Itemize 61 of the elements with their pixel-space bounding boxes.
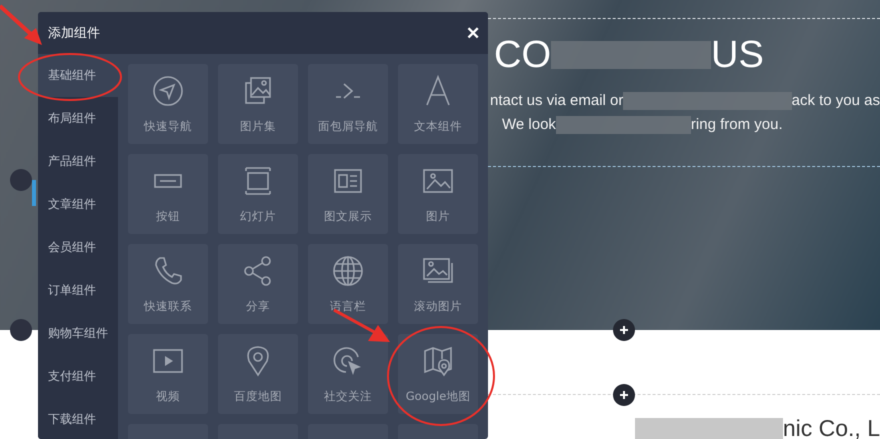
add-section-button[interactable] (613, 384, 635, 406)
page-heading: CO (494, 33, 551, 77)
map-icon (422, 344, 454, 376)
tile-label: 社交关注 (324, 388, 372, 404)
category-item[interactable]: 基础组件 (38, 54, 118, 97)
component-tile[interactable]: 快速导航 (128, 64, 208, 144)
category-item[interactable]: 订单组件 (38, 269, 118, 312)
component-tile[interactable]: 图文展示 (308, 154, 388, 234)
company-name: nic Co., L (782, 415, 880, 439)
component-tile[interactable]: 按钮 (128, 154, 208, 234)
tile-label: 图文展示 (324, 208, 372, 224)
tile-label: 幻灯片 (240, 208, 276, 224)
section-marker (32, 180, 36, 206)
component-tile[interactable]: 图片集 (218, 64, 298, 144)
category-item[interactable]: 会员组件 (38, 226, 118, 269)
close-button[interactable]: ✕ (466, 22, 480, 44)
component-tile[interactable]: Google地图 (398, 334, 478, 414)
tile-label: 快速导航 (144, 118, 192, 134)
tile-label: Google地图 (406, 388, 470, 404)
body-text: We look (502, 115, 556, 135)
tile-label: 图片 (426, 208, 450, 224)
tile-label: 视频 (156, 388, 180, 404)
component-tile[interactable]: 滚动图片 (398, 244, 478, 324)
component-tile[interactable]: 社交关注 (308, 334, 388, 414)
category-item[interactable]: 购物车组件 (38, 312, 118, 355)
add-section-button[interactable] (613, 319, 635, 341)
tile-label: 图片集 (240, 118, 276, 134)
tile-label: 按钮 (156, 208, 180, 224)
component-tile[interactable]: 快速联系 (128, 244, 208, 324)
category-item[interactable]: 下载组件 (38, 398, 118, 439)
category-item[interactable]: 产品组件 (38, 140, 118, 183)
dialog-title: 添加组件 (48, 25, 100, 42)
tile-label: 滚动图片 (414, 298, 462, 314)
phone-icon (152, 254, 184, 286)
tile-label: 分享 (246, 298, 270, 314)
component-tile[interactable]: 图片 (398, 154, 478, 234)
body-text: ntact us via email or (490, 91, 624, 111)
globe-icon (332, 254, 364, 286)
category-item[interactable]: 布局组件 (38, 97, 118, 140)
component-tile[interactable]: 面包屑导航 (308, 64, 388, 144)
page-heading: US (711, 33, 764, 77)
category-item[interactable]: 文章组件 (38, 183, 118, 226)
component-tile[interactable]: 百度地图 (218, 334, 298, 414)
component-tile[interactable]: 视频 (128, 334, 208, 414)
tile-label: 文本组件 (414, 118, 462, 134)
component-tile[interactable]: 幻灯片 (218, 154, 298, 234)
arrow-annotation (0, 4, 42, 45)
tile-label: 面包屑导航 (318, 118, 378, 134)
compass-icon (152, 74, 184, 106)
plus-icon (619, 325, 629, 335)
component-tile[interactable]: 分享 (218, 244, 298, 324)
component-tile[interactable]: 文本组件 (398, 64, 478, 144)
tile-label: 百度地图 (234, 388, 282, 404)
category-item[interactable]: 支付组件 (38, 355, 118, 398)
images-icon (242, 74, 274, 106)
plus-icon (619, 390, 629, 400)
body-text: ring from you. (690, 115, 783, 135)
slides-icon (242, 164, 274, 196)
drag-handle[interactable] (10, 319, 32, 341)
body-text: ack to you as (792, 91, 880, 111)
tile-label: 快速联系 (144, 298, 192, 314)
